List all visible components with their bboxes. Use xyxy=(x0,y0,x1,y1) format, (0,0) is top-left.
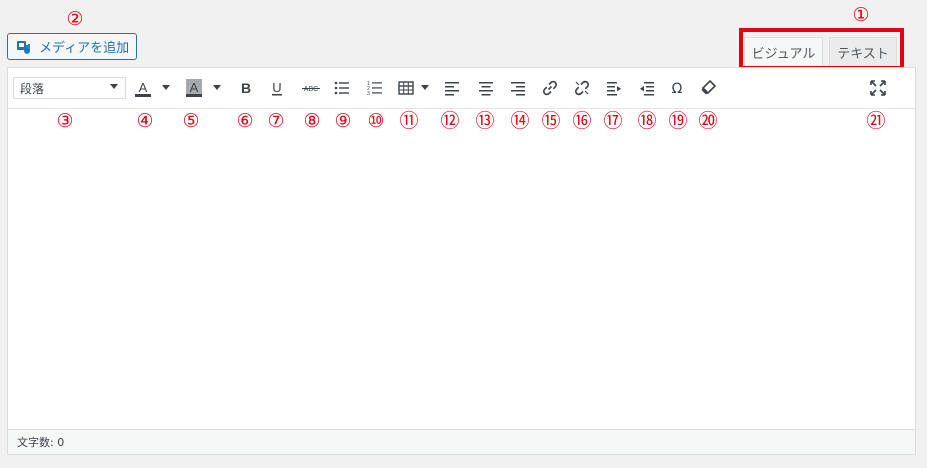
annotation-5: ⑤ xyxy=(182,110,200,132)
text-color-icon: A xyxy=(135,80,151,97)
annotation-2: ② xyxy=(66,8,84,30)
format-select[interactable]: 段落 xyxy=(13,77,126,99)
bold-icon: B xyxy=(241,80,251,96)
clear-formatting-icon xyxy=(701,79,717,95)
media-icon xyxy=(17,40,30,54)
special-character-button[interactable]: Ω xyxy=(665,77,689,99)
annotation-11: ⑪ xyxy=(399,110,419,132)
status-bar: 文字数: 0 xyxy=(8,429,915,454)
add-media-label: メディアを追加 xyxy=(39,41,130,56)
fullscreen-icon xyxy=(870,80,886,96)
numbered-list-icon: 1 2 3 xyxy=(367,81,382,97)
annotation-19: ⑲ xyxy=(668,110,688,132)
annotation-12: ⑫ xyxy=(440,110,460,132)
bullet-list-icon xyxy=(334,81,349,95)
align-right-button[interactable] xyxy=(506,77,530,99)
editor-toolbar: 段落 A A B U ABC 1 2 3 Ω xyxy=(8,68,915,109)
svg-text:Ω: Ω xyxy=(672,81,683,97)
tabs-highlight-box xyxy=(739,28,904,70)
link-button[interactable] xyxy=(538,77,562,99)
svg-text:A: A xyxy=(139,80,148,95)
background-color-button[interactable]: A xyxy=(182,77,206,99)
background-color-icon: A xyxy=(186,79,202,97)
strikethrough-button[interactable]: ABC xyxy=(299,77,323,99)
svg-text:A: A xyxy=(190,80,199,95)
underline-icon: U xyxy=(272,80,282,96)
align-left-button[interactable] xyxy=(440,77,464,99)
indent-button[interactable] xyxy=(602,77,626,99)
format-select-value: 段落 xyxy=(20,81,45,96)
annotation-8: ⑧ xyxy=(303,110,321,132)
annotation-14: ⑭ xyxy=(510,110,530,132)
svg-text:U: U xyxy=(272,80,281,95)
svg-text:ABC: ABC xyxy=(304,86,318,93)
table-button[interactable] xyxy=(394,77,418,99)
unlink-icon xyxy=(575,80,589,96)
link-icon xyxy=(543,80,557,96)
special-character-icon: Ω xyxy=(672,81,683,97)
bullet-list-button[interactable] xyxy=(330,77,354,99)
editor-content-area[interactable] xyxy=(8,109,915,429)
outdent-icon xyxy=(640,82,654,96)
clear-formatting-button[interactable] xyxy=(697,77,721,99)
align-center-button[interactable] xyxy=(474,77,498,99)
underline-button[interactable]: U xyxy=(265,77,289,99)
annotation-10: ⑩ xyxy=(367,110,385,132)
annotation-1: ① xyxy=(852,4,870,26)
table-icon xyxy=(398,81,414,95)
annotation-3: ③ xyxy=(56,110,74,132)
svg-text:3: 3 xyxy=(367,91,370,97)
align-center-icon xyxy=(479,82,493,96)
text-color-dropdown[interactable] xyxy=(162,85,170,90)
annotation-9: ⑨ xyxy=(334,110,352,132)
annotation-15: ⑮ xyxy=(541,110,561,132)
numbered-list-button[interactable]: 1 2 3 xyxy=(363,77,387,99)
annotation-17: ⑰ xyxy=(603,110,623,132)
text-color-button[interactable]: A xyxy=(131,77,155,99)
annotation-21: ㉑ xyxy=(866,110,886,132)
bold-button[interactable]: B xyxy=(234,77,258,99)
background-color-dropdown[interactable] xyxy=(213,85,221,90)
svg-text:B: B xyxy=(241,80,251,96)
unlink-button[interactable] xyxy=(570,77,594,99)
fullscreen-button[interactable] xyxy=(866,77,890,99)
annotation-6: ⑥ xyxy=(236,110,254,132)
annotation-4: ④ xyxy=(136,110,154,132)
align-right-icon xyxy=(511,82,525,96)
annotation-16: ⑯ xyxy=(572,110,592,132)
table-dropdown[interactable] xyxy=(421,85,429,90)
annotation-20: ⑳ xyxy=(698,110,718,132)
indent-icon xyxy=(607,82,621,96)
align-left-icon xyxy=(445,82,459,96)
annotation-18: ⑱ xyxy=(637,110,657,132)
word-count: 文字数: 0 xyxy=(17,436,65,449)
strikethrough-icon: ABC xyxy=(302,86,320,93)
chevron-down-icon xyxy=(110,84,118,89)
annotation-13: ⑬ xyxy=(475,110,495,132)
outdent-button[interactable] xyxy=(635,77,659,99)
annotation-7: ⑦ xyxy=(267,110,285,132)
add-media-button[interactable]: メディアを追加 xyxy=(7,33,137,60)
